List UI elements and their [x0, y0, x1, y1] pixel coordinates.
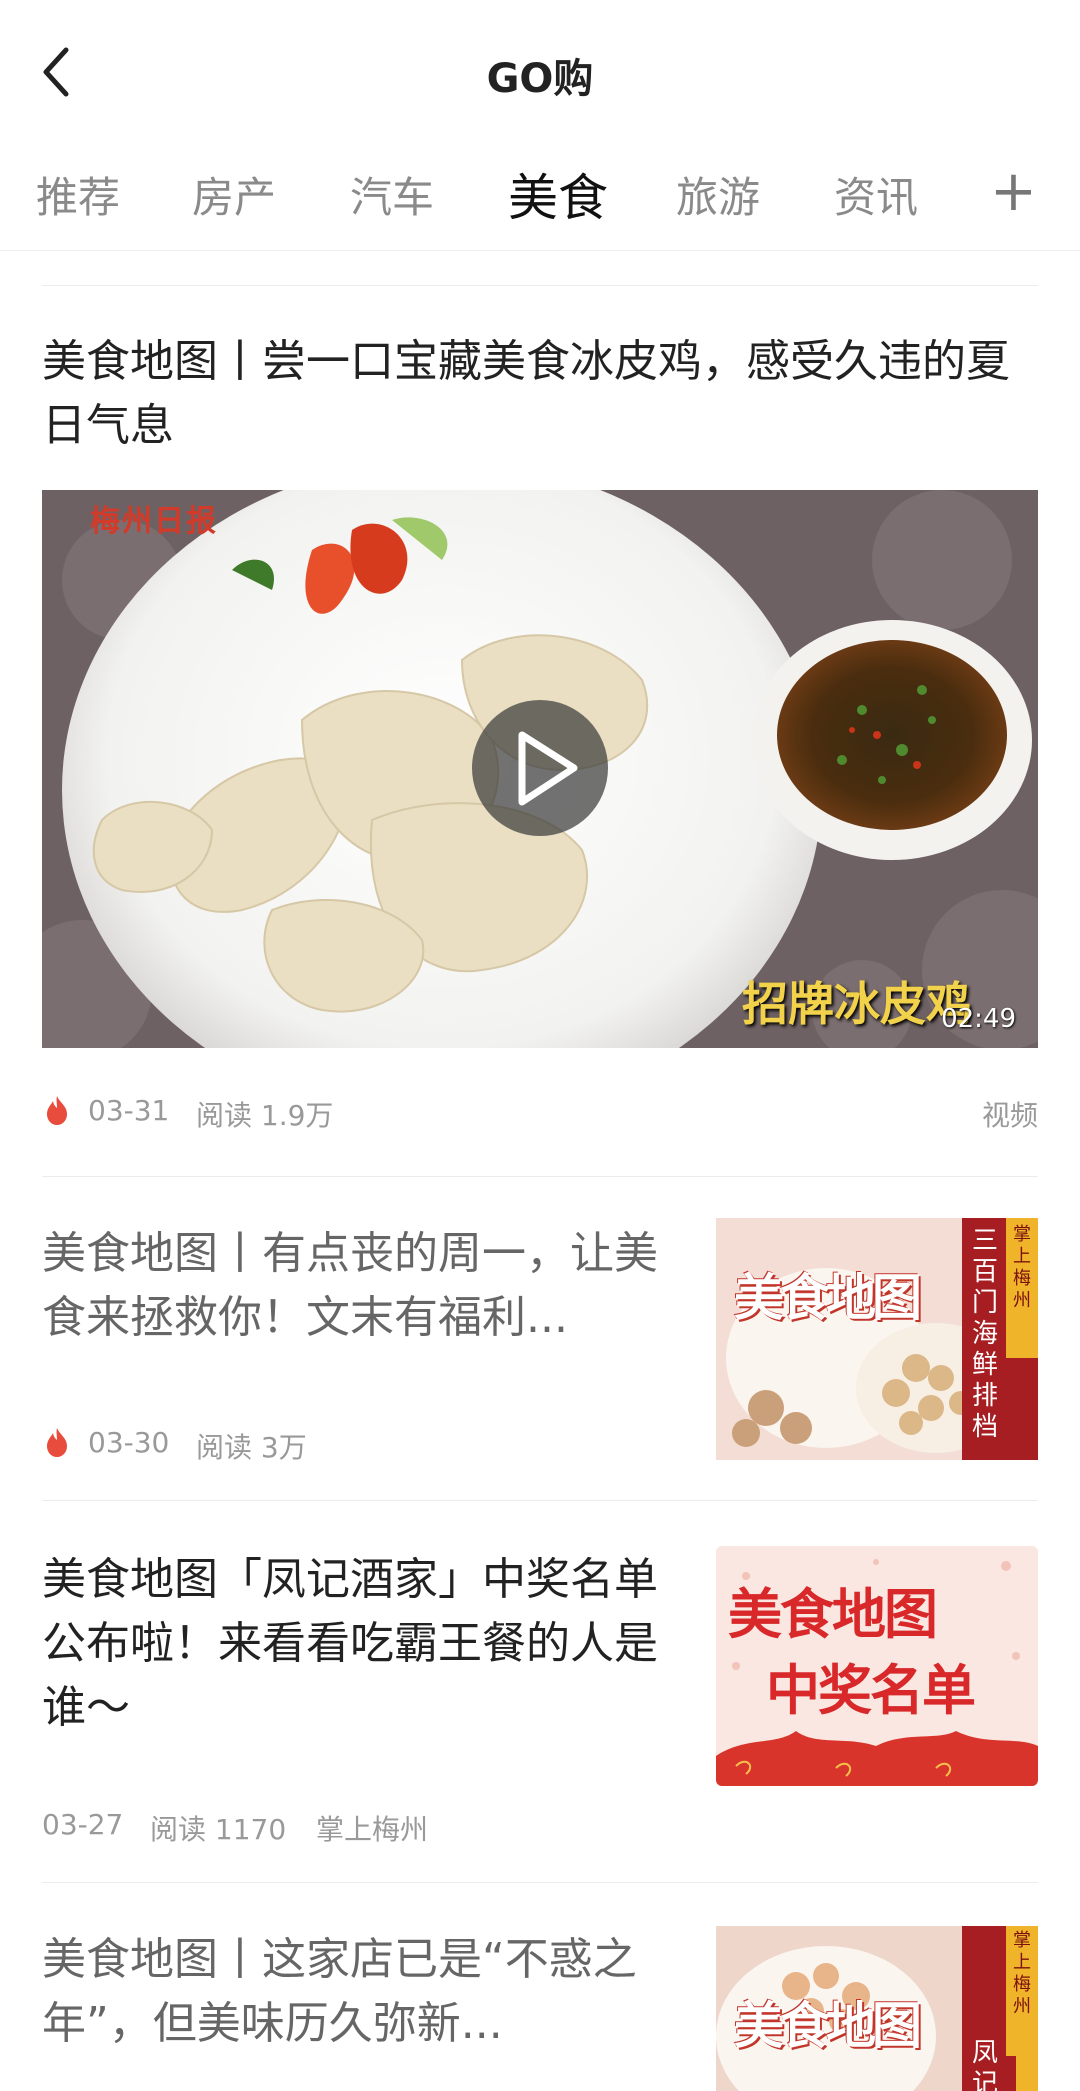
video-duration: 02:49 [941, 1004, 1016, 1034]
divider [42, 1176, 1038, 1177]
article-title[interactable]: 美食地图「凤记酒家」中奖名单公布啦！来看看吃霸王餐的人是谁～ [42, 1548, 672, 1740]
thumbnail-big-text: 美食地图 [734, 1268, 922, 1327]
thumbnail-side-text: 掌上梅州 [1013, 1224, 1031, 1311]
article-thumbnail[interactable]: 美食地图 中奖名单 [716, 1546, 1038, 1786]
category-tabs: 推荐 房产 汽车 美食 旅游 资讯 [0, 140, 1080, 251]
article-reads: 阅读 1170 [150, 1813, 287, 1846]
tab-cars[interactable]: 汽车 [350, 164, 434, 225]
article-source: 掌上梅州 [316, 1813, 429, 1846]
tab-real-estate[interactable]: 房产 [192, 164, 276, 225]
thumbnail-side-text: 掌上梅州 [1013, 1930, 1031, 2017]
top-bar: GO购 [0, 0, 1080, 140]
thumbnail-line2: 中奖名单 [766, 1659, 976, 1722]
content-type-label: 视频 [981, 1099, 1038, 1132]
page-title: GO购 [486, 56, 594, 102]
article-date: 03-30 [88, 1426, 170, 1459]
video-caption: 招牌冰皮鸡 [742, 977, 972, 1031]
featured-video[interactable]: 梅州日报 招牌冰皮鸡 02:49 [42, 490, 1038, 1048]
article-title[interactable]: 美食地图丨这家店已是“不惑之年”，但美味历久弥新... [42, 1928, 672, 2056]
featured-article-title[interactable]: 美食地图丨尝一口宝藏美食冰皮鸡，感受久违的夏日气息 [42, 330, 1038, 458]
hot-flame-icon [47, 1096, 67, 1125]
add-tab-button[interactable]: + [990, 164, 1037, 220]
article-thumbnail[interactable]: 掌上梅州 凤记 美食地图 [716, 1926, 1038, 2091]
video-thumbnail [42, 490, 1038, 1048]
article-reads: 阅读 1.9万 [196, 1099, 334, 1132]
tab-food[interactable]: 美食 [508, 158, 608, 230]
play-icon[interactable] [472, 700, 608, 836]
article-reads: 阅读 3万 [196, 1431, 307, 1464]
tab-news[interactable]: 资讯 [834, 164, 918, 225]
divider [42, 1500, 1038, 1501]
article-thumbnail[interactable]: 掌上梅州 三百门海鲜排档 美食地图 [716, 1218, 1038, 1460]
tab-recommend[interactable]: 推荐 [36, 164, 120, 225]
article-date: 03-27 [42, 1808, 124, 1841]
thumbnail-vertical-text: 凤记 [972, 2038, 999, 2091]
thumbnail-line1: 美食地图 [728, 1583, 938, 1646]
video-watermark: 梅州日报 [90, 504, 218, 539]
thumbnail-vertical-text: 三百门海鲜排档 [972, 1226, 999, 1442]
article-title[interactable]: 美食地图丨有点丧的周一，让美食来拯救你！文末有福利... [42, 1222, 672, 1350]
tab-travel[interactable]: 旅游 [676, 164, 760, 225]
thumbnail-big-text: 美食地图 [734, 1996, 922, 2055]
divider [42, 1882, 1038, 1883]
hot-flame-icon [47, 1428, 67, 1457]
divider [42, 285, 1038, 286]
article-date: 03-31 [88, 1094, 170, 1127]
